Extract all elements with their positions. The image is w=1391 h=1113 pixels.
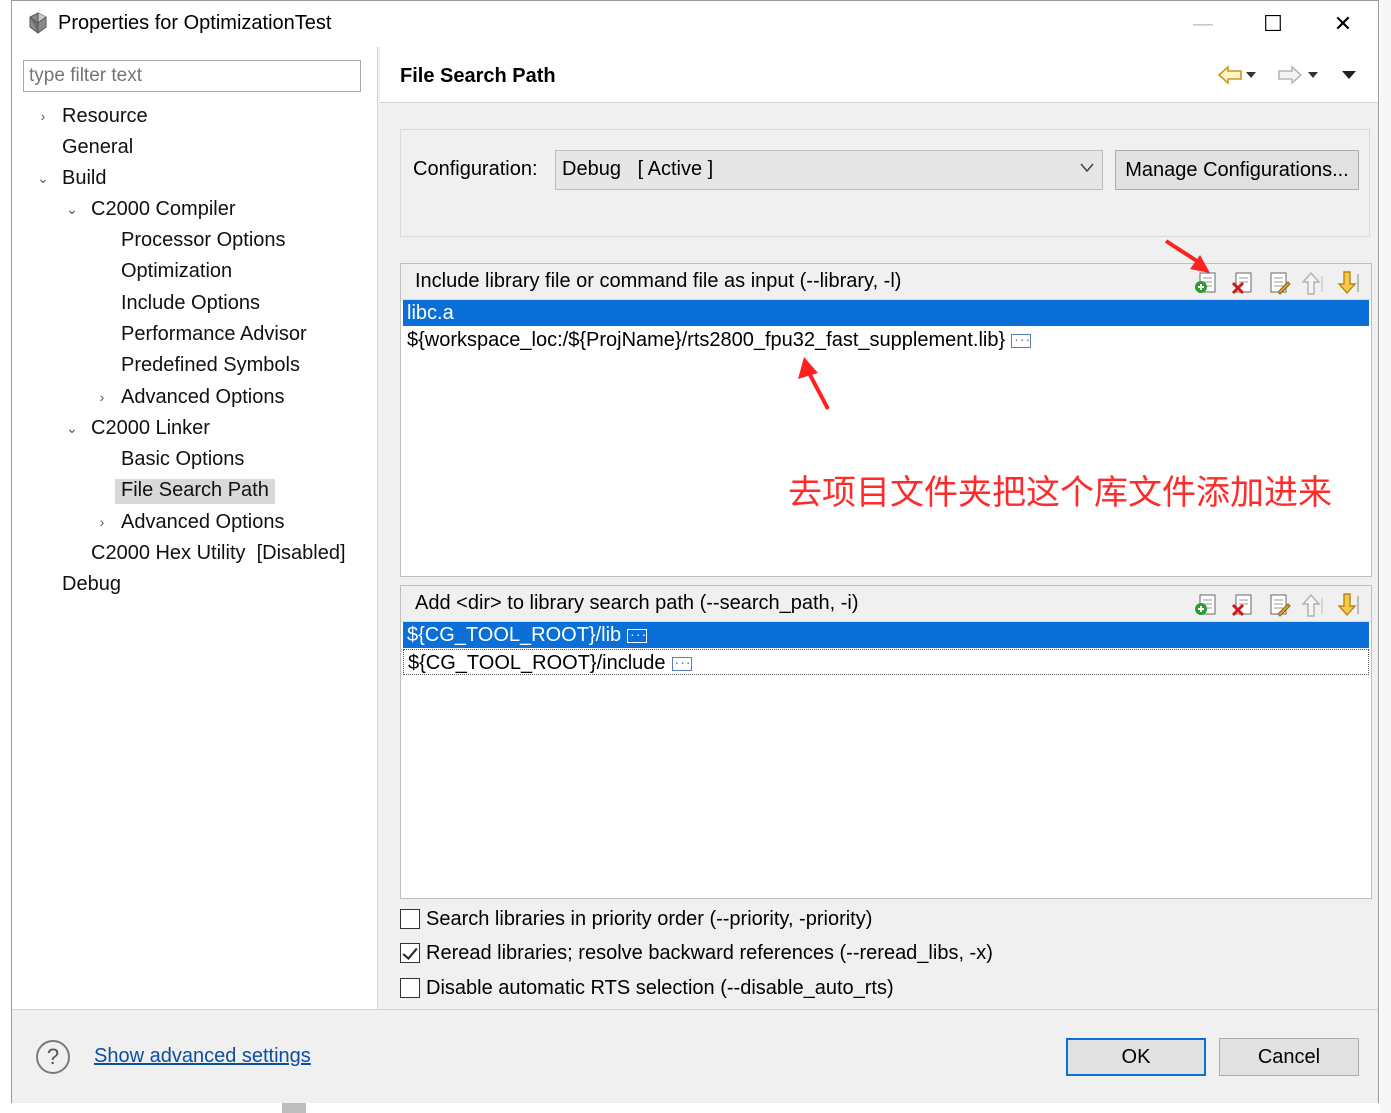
tree-item-c2000-linker[interactable]: ⌄ C2000 Linker [63,413,210,443]
configuration-select[interactable]: Debug [ Active ] [555,150,1103,190]
priority-checkbox[interactable] [400,909,420,929]
forward-arrow-icon[interactable] [1276,63,1304,87]
chevron-down-icon[interactable]: ⌄ [63,194,81,224]
ellipsis-icon[interactable] [1011,326,1032,352]
window-title: Properties for OptimizationTest [58,12,332,34]
tree-item-debug[interactable]: Debug [62,569,121,599]
edit-file-icon[interactable] [1266,270,1292,296]
tree-item-resource[interactable]: › Resource [34,101,148,131]
background-editor-edge [1380,0,1391,1113]
tree-item-optimization[interactable]: Optimization [121,256,232,286]
edit-directory-icon[interactable] [1266,592,1292,618]
view-menu-icon[interactable] [1338,63,1360,87]
tree-item-basic-options[interactable]: Basic Options [121,444,244,474]
chevron-right-icon[interactable]: › [34,101,52,131]
tree-item-predefined-symbols[interactable]: Predefined Symbols [121,350,300,380]
tree-item-processor-options[interactable]: Processor Options [121,225,286,255]
reread-libs-checkbox[interactable] [400,943,420,963]
search-path-list-group: Add <dir> to library search path (--sear… [400,585,1372,899]
chevron-down-icon[interactable]: ⌄ [63,413,81,443]
disable-auto-rts-checkbox[interactable] [400,978,420,998]
ellipsis-icon[interactable] [671,649,692,675]
tree-item-c2000-hex-utility[interactable]: C2000 Hex Utility [Disabled] [91,538,346,568]
search-path-group-header: Add <dir> to library search path (--sear… [401,586,1371,622]
close-button[interactable]: ✕ [1308,1,1378,47]
add-directory-icon[interactable] [1194,592,1220,618]
back-dropdown-icon[interactable] [1242,63,1260,87]
title-bar: Properties for OptimizationTest — ☐ ✕ [12,1,1378,47]
properties-gear-icon [29,12,47,34]
maximize-button[interactable]: ☐ [1238,1,1308,47]
ok-button[interactable]: OK [1066,1038,1206,1076]
library-list-group: Include library file or command file as … [400,263,1372,577]
configuration-group: Configuration: Debug [ Active ] Manage C… [400,129,1370,237]
navigation-pane: › Resource General ⌄ Build ⌄ C2000 Compi… [12,47,378,1009]
tree-item-compiler-advanced-options[interactable]: › Advanced Options [93,382,285,412]
close-icon: ✕ [1333,11,1353,36]
minimize-button[interactable]: — [1168,1,1238,47]
minimize-icon: — [1193,12,1213,35]
chevron-right-icon[interactable]: › [93,507,111,537]
manage-configurations-button[interactable]: Manage Configurations... [1115,150,1359,190]
library-group-header: Include library file or command file as … [401,264,1371,300]
ellipsis-icon[interactable] [627,621,648,647]
dialog-footer: ? Show advanced settings OK Cancel [12,1009,1378,1103]
cancel-button[interactable]: Cancel [1219,1038,1359,1076]
properties-dialog: Properties for OptimizationTest — ☐ ✕ › … [11,0,1379,1103]
annotation-text: 去项目文件夹把这个库文件添加进来 [788,473,1332,513]
annotation-arrow-icon [798,357,830,410]
annotation-arrow-icon [1164,239,1210,273]
tree-item-include-options[interactable]: Include Options [121,288,260,318]
back-arrow-icon[interactable] [1216,63,1244,87]
maximize-icon: ☐ [1263,11,1283,36]
settings-pane: File Search Path Configuration: Debug [ … [380,47,1378,1009]
move-up-icon[interactable] [1299,592,1325,618]
search-path-row-lib[interactable]: ${CG_TOOL_ROOT}/lib [403,621,1369,648]
tree-item-file-search-path[interactable]: File Search Path [115,475,275,505]
priority-option[interactable]: Search libraries in priority order (--pr… [400,905,872,933]
chevron-right-icon[interactable]: › [93,382,111,412]
search-path-group-title: Add <dir> to library search path (--sear… [415,592,859,614]
tree-item-build[interactable]: ⌄ Build [34,163,106,193]
filter-input[interactable] [23,60,361,92]
move-down-icon[interactable] [1335,270,1361,296]
move-up-icon[interactable] [1299,270,1325,296]
reread-libs-option[interactable]: Reread libraries; resolve backward refer… [400,939,993,967]
tree-item-linker-advanced-options[interactable]: › Advanced Options [93,507,285,537]
search-path-row-include[interactable]: ${CG_TOOL_ROOT}/include [403,649,1369,675]
disable-auto-rts-option[interactable]: Disable automatic RTS selection (--disab… [400,974,894,1002]
library-row-libc[interactable]: libc.a [403,300,1369,326]
chevron-down-icon[interactable]: ⌄ [34,163,52,193]
library-group-title: Include library file or command file as … [415,270,902,292]
library-row-rts2800-fpu32[interactable]: ${workspace_loc:/${ProjName}/rts2800_fpu… [403,326,1369,353]
configuration-label: Configuration: [413,158,538,180]
background-scrollbar [282,1103,306,1113]
tree-item-performance-advisor[interactable]: Performance Advisor [121,319,307,349]
chevron-down-icon [1080,159,1094,177]
help-icon[interactable]: ? [36,1040,70,1074]
delete-file-icon[interactable] [1230,270,1256,296]
forward-dropdown-icon[interactable] [1304,63,1322,87]
tree-item-c2000-compiler[interactable]: ⌄ C2000 Compiler [63,194,235,224]
page-header: File Search Path [380,47,1378,103]
delete-directory-icon[interactable] [1230,592,1256,618]
tree-item-general[interactable]: General [62,132,133,162]
page-title: File Search Path [400,65,556,87]
move-down-icon[interactable] [1335,592,1361,618]
show-advanced-settings-link[interactable]: Show advanced settings [94,1045,311,1068]
